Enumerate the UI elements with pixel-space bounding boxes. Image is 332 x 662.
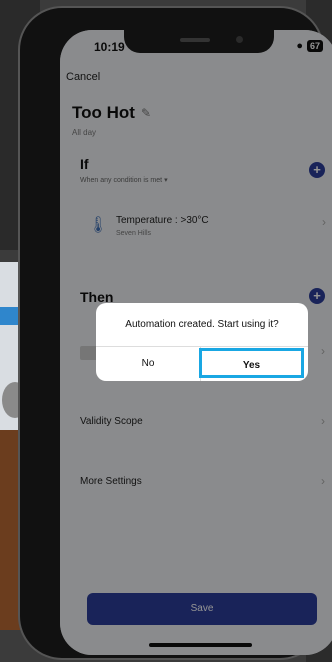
no-button[interactable]: No	[96, 347, 200, 381]
dialog-message: Automation created. Start using it?	[125, 319, 279, 330]
camera	[236, 36, 243, 43]
phone-frame: 10:19 ● 67 Cancel Too Hot ✎ All day If W…	[18, 6, 332, 660]
confirm-dialog: Automation created. Start using it? No Y…	[96, 303, 308, 381]
speaker	[180, 38, 210, 42]
phone-screen: 10:19 ● 67 Cancel Too Hot ✎ All day If W…	[60, 30, 332, 655]
yes-button[interactable]: Yes	[199, 348, 304, 378]
notch	[124, 30, 274, 53]
